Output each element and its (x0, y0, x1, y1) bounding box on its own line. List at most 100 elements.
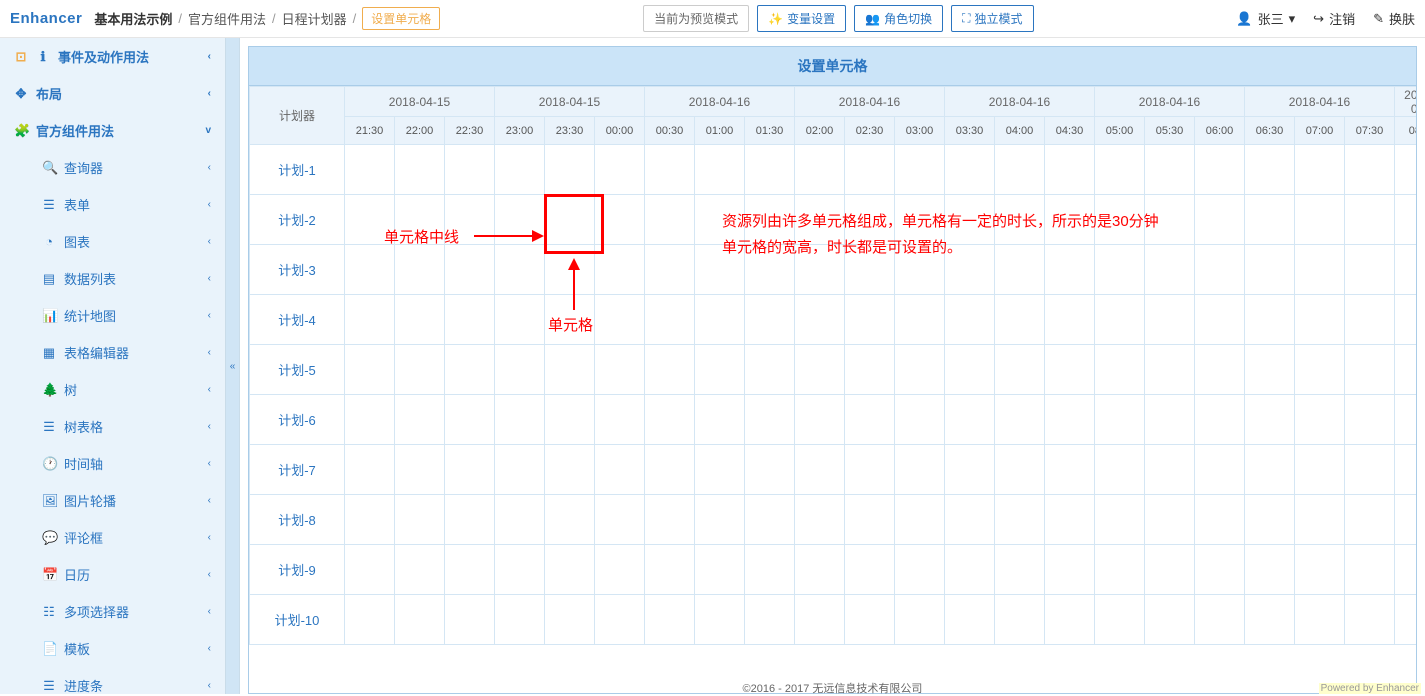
scheduler-cell[interactable] (345, 295, 395, 345)
theme-button[interactable]: ✎ 换肤 (1373, 9, 1415, 28)
scheduler-cell[interactable] (1145, 545, 1195, 595)
scheduler-cell[interactable] (745, 295, 795, 345)
scheduler-cell[interactable] (1395, 495, 1417, 545)
scheduler-cell[interactable] (545, 545, 595, 595)
scheduler-cell[interactable] (1145, 445, 1195, 495)
scheduler-cell[interactable] (1295, 495, 1345, 545)
scheduler-cell[interactable] (995, 595, 1045, 645)
scheduler-cell[interactable] (345, 145, 395, 195)
scheduler-cell[interactable] (745, 195, 795, 245)
scheduler-cell[interactable] (845, 595, 895, 645)
scheduler-cell[interactable] (445, 245, 495, 295)
sidebar-item-13[interactable]: 💬评论框‹ (0, 519, 225, 556)
scheduler-cell[interactable] (495, 395, 545, 445)
scheduler-cell[interactable] (595, 245, 645, 295)
scheduler-cell[interactable] (1245, 295, 1295, 345)
scheduler-cell[interactable] (1345, 245, 1395, 295)
scheduler-cell[interactable] (645, 595, 695, 645)
scheduler-cell[interactable] (895, 495, 945, 545)
scheduler-cell[interactable] (445, 495, 495, 545)
scheduler-cell[interactable] (945, 145, 995, 195)
resource-cell[interactable]: 计划-1 (250, 145, 345, 195)
scheduler-cell[interactable] (1045, 345, 1095, 395)
scheduler-cell[interactable] (445, 395, 495, 445)
breadcrumb-item-1[interactable]: 官方组件用法 (188, 9, 266, 28)
scheduler-cell[interactable] (1345, 445, 1395, 495)
scheduler-cell[interactable] (495, 345, 545, 395)
scheduler-cell[interactable] (1195, 295, 1245, 345)
scheduler-cell[interactable] (395, 195, 445, 245)
scheduler-cell[interactable] (1045, 595, 1095, 645)
scheduler-cell[interactable] (845, 395, 895, 445)
sidebar-item-16[interactable]: 📄模板‹ (0, 630, 225, 667)
scheduler-cell[interactable] (1295, 195, 1345, 245)
scheduler-cell[interactable] (995, 195, 1045, 245)
scheduler-cell[interactable] (1045, 545, 1095, 595)
scheduler-cell[interactable] (695, 345, 745, 395)
scheduler-cell[interactable] (395, 395, 445, 445)
scheduler-cell[interactable] (395, 295, 445, 345)
scheduler-cell[interactable] (945, 245, 995, 295)
scheduler-cell[interactable] (1245, 195, 1295, 245)
scheduler-cell[interactable] (1395, 545, 1417, 595)
scheduler-cell[interactable] (895, 295, 945, 345)
scheduler-cell[interactable] (895, 245, 945, 295)
scheduler-cell[interactable] (945, 495, 995, 545)
scheduler-cell[interactable] (1295, 395, 1345, 445)
scheduler-cell[interactable] (445, 295, 495, 345)
scheduler-cell[interactable] (595, 495, 645, 545)
scheduler-cell[interactable] (695, 195, 745, 245)
scheduler-cell[interactable] (995, 345, 1045, 395)
scheduler-cell[interactable] (945, 195, 995, 245)
scheduler-cell[interactable] (1245, 345, 1295, 395)
scheduler-cell[interactable] (1195, 195, 1245, 245)
sidebar-item-2[interactable]: 🧩官方组件用法v (0, 112, 225, 149)
scheduler-cell[interactable] (1295, 445, 1345, 495)
scheduler-cell[interactable] (545, 595, 595, 645)
scheduler-cell[interactable] (1045, 295, 1095, 345)
scheduler-cell[interactable] (795, 445, 845, 495)
scheduler-cell[interactable] (745, 145, 795, 195)
scheduler-cell[interactable] (745, 545, 795, 595)
scheduler-cell[interactable] (595, 595, 645, 645)
scheduler-cell[interactable] (1145, 295, 1195, 345)
scheduler-cell[interactable] (1395, 195, 1417, 245)
scheduler-cell[interactable] (945, 545, 995, 595)
scheduler-cell[interactable] (795, 495, 845, 545)
scheduler-cell[interactable] (1145, 395, 1195, 445)
scheduler-cell[interactable] (895, 345, 945, 395)
scheduler-cell[interactable] (645, 445, 695, 495)
scheduler-cell[interactable] (745, 345, 795, 395)
scheduler-cell[interactable] (1195, 345, 1245, 395)
scheduler-cell[interactable] (895, 595, 945, 645)
scheduler-cell[interactable] (645, 245, 695, 295)
scheduler-cell[interactable] (1145, 145, 1195, 195)
scheduler-cell[interactable] (1095, 495, 1145, 545)
scheduler-cell[interactable] (1145, 495, 1195, 545)
scheduler-cell[interactable] (395, 345, 445, 395)
scheduler-cell[interactable] (795, 195, 845, 245)
sidebar-item-9[interactable]: 🌲树‹ (0, 371, 225, 408)
scheduler-cell[interactable] (1345, 495, 1395, 545)
scheduler-cell[interactable] (1045, 245, 1095, 295)
resource-cell[interactable]: 计划-7 (250, 445, 345, 495)
scheduler-cell[interactable] (445, 345, 495, 395)
scheduler-cell[interactable] (1395, 395, 1417, 445)
scheduler-cell[interactable] (595, 395, 645, 445)
scheduler-cell[interactable] (995, 245, 1045, 295)
scheduler-cell[interactable] (1245, 495, 1295, 545)
scheduler-cell[interactable] (345, 395, 395, 445)
sidebar-item-0[interactable]: ⊡ℹ事件及动作用法‹ (0, 38, 225, 75)
scheduler-cell[interactable] (445, 545, 495, 595)
scheduler-cell[interactable] (1345, 395, 1395, 445)
sidebar-item-1[interactable]: ✥布局‹ (0, 75, 225, 112)
resource-cell[interactable]: 计划-5 (250, 345, 345, 395)
standalone-mode-button[interactable]: ⛶ 独立模式 (951, 5, 1033, 32)
resource-cell[interactable]: 计划-2 (250, 195, 345, 245)
scheduler-cell[interactable] (545, 295, 595, 345)
scheduler-cell[interactable] (445, 195, 495, 245)
sidebar-item-4[interactable]: ☰表单‹ (0, 186, 225, 223)
scheduler-cell[interactable] (645, 195, 695, 245)
scheduler-cell[interactable] (595, 145, 645, 195)
scheduler-cell[interactable] (695, 595, 745, 645)
